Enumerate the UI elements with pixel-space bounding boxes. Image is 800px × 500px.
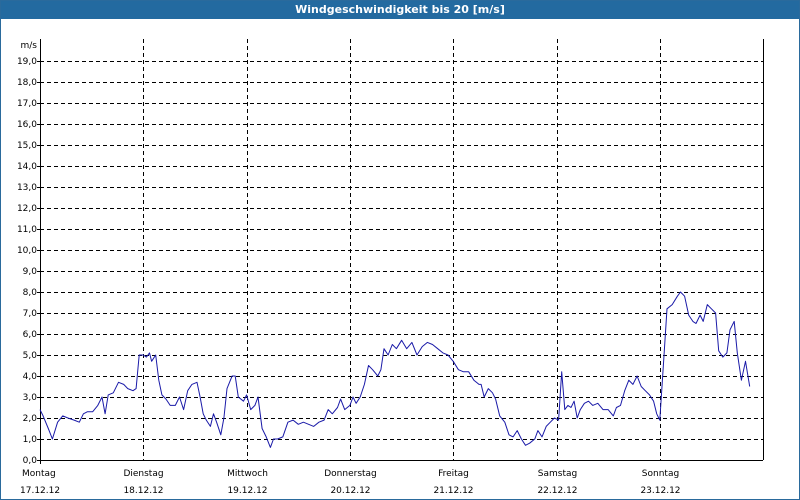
x-tick-day: Freitag <box>438 469 469 479</box>
y-tick-label: 3,0 <box>23 393 38 403</box>
x-tick-day: Montag <box>22 469 56 479</box>
y-tick-label: 16,0 <box>17 120 37 130</box>
grid <box>40 39 763 460</box>
y-tick-label: 2,0 <box>23 414 38 424</box>
y-tick-label: 15,0 <box>17 141 37 151</box>
x-tick-date: 20.12.12 <box>330 486 370 496</box>
y-tick-label: 19,0 <box>17 57 37 67</box>
y-tick-label: 5,0 <box>23 351 38 361</box>
axes <box>37 39 764 464</box>
y-tick-label: 12,0 <box>17 204 37 214</box>
series <box>39 291 751 448</box>
x-tick-date: 21.12.12 <box>433 486 473 496</box>
x-tick-date: 17.12.12 <box>20 486 60 496</box>
x-tick-day: Sonntag <box>642 469 679 479</box>
y-tick-label: 4,0 <box>23 372 38 382</box>
x-tick-date: 22.12.12 <box>537 486 577 496</box>
y-tick-label: 1,0 <box>23 435 38 445</box>
y-tick-label: 0,0 <box>23 456 38 466</box>
y-tick-label: 14,0 <box>17 162 37 172</box>
series-line-wind-speed <box>39 291 751 448</box>
x-tick-labels: Montag 17.12.12 Dienstag 18.12.12 Mittwoch 19… <box>20 469 681 496</box>
y-tick-label: 6,0 <box>23 330 38 340</box>
y-tick-label: 7,0 <box>23 309 38 319</box>
y-tick-label: 18,0 <box>17 78 37 88</box>
x-tick-date: 18.12.12 <box>123 486 163 496</box>
y-tick-label: 9,0 <box>23 267 38 277</box>
x-tick-day: Mittwoch <box>227 469 268 479</box>
wind-speed-chart: 0,0 1,0 2,0 3,0 4,0 5,0 6,0 7,0 8,0 9,0 10,0 11,0 12… <box>17 39 764 496</box>
x-tick-day: Dienstag <box>123 469 163 479</box>
y-tick-label: 11,0 <box>17 225 37 235</box>
y-tick-label: 10,0 <box>17 246 37 256</box>
y-tick-label: 17,0 <box>17 99 37 109</box>
y-tick-label: 8,0 <box>23 288 38 298</box>
x-tick-day: Donnerstag <box>324 469 377 479</box>
x-tick-date: 23.12.12 <box>640 486 680 496</box>
x-tick-date: 19.12.12 <box>227 486 267 496</box>
x-tick-day: Samstag <box>538 469 577 479</box>
y-tick-labels: 0,0 1,0 2,0 3,0 4,0 5,0 6,0 7,0 8,0 9,0 10,0 11,0 12… <box>17 57 37 466</box>
y-axis-label: m/s <box>21 41 38 51</box>
y-tick-label: 13,0 <box>17 183 37 193</box>
